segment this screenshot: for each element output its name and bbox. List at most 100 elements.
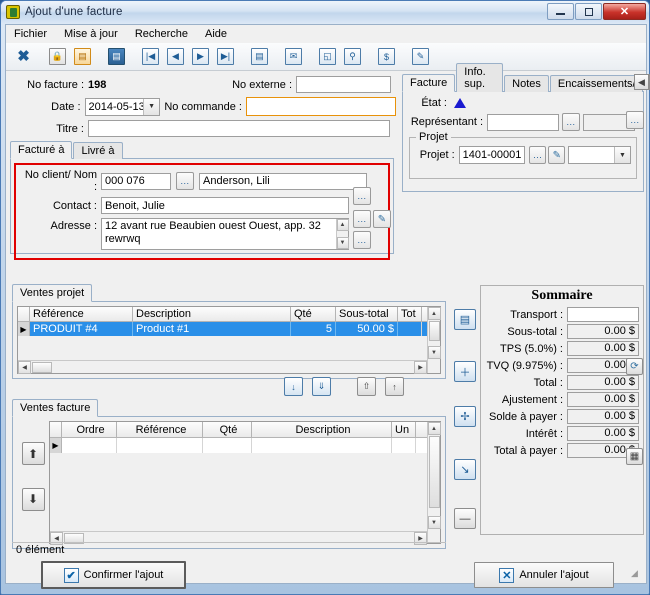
toolbar-close-button[interactable]: ✖ <box>12 45 35 68</box>
ventes-projet-hscroll[interactable]: ◀ ▶ <box>18 360 427 374</box>
table-icon[interactable]: ▦ <box>626 448 643 465</box>
cell-sous-total: 50.00 $ <box>336 322 398 336</box>
minimize-button[interactable] <box>547 3 574 20</box>
move-row-up-button[interactable]: ⬆ <box>21 442 45 466</box>
representant-input[interactable] <box>487 113 559 131</box>
no-commande-input[interactable] <box>245 97 396 116</box>
client-detail-button[interactable]: ... <box>353 187 371 205</box>
col-reference[interactable]: Référence <box>30 307 133 321</box>
projet-edit-button[interactable]: ✎ <box>548 146 566 164</box>
representant-extra-button[interactable]: ... <box>626 111 644 129</box>
col-description[interactable]: Description <box>133 307 291 321</box>
menu-item-fichier[interactable]: Fichier <box>14 28 47 40</box>
maximize-button[interactable] <box>575 3 602 20</box>
move-row-down-button[interactable]: ⬇ <box>21 487 45 511</box>
col-ordre[interactable]: Ordre <box>62 422 117 437</box>
add-multiple-button[interactable]: ✢ <box>454 406 476 427</box>
vscroll-down-icon[interactable]: ▼ <box>427 516 441 529</box>
no-client-input[interactable]: 000 076 <box>101 172 171 190</box>
move-down-all-button[interactable]: ⇓ <box>312 377 331 396</box>
resize-grip[interactable]: ◢ <box>631 568 643 580</box>
toolbar-attach-button[interactable]: ⚲ <box>341 45 364 68</box>
ventes-facture-vscroll[interactable]: ▲ ▼ <box>427 422 441 543</box>
tab-facture-a[interactable]: Facturé à <box>10 141 73 159</box>
special-action-button[interactable]: ↘ <box>454 459 476 480</box>
tab-livre-a[interactable]: Livré à <box>73 142 123 159</box>
tab-ventes-facture[interactable]: Ventes facture <box>12 399 99 417</box>
move-up-single-button[interactable]: ↑ <box>385 377 404 396</box>
adresse-scrollbar[interactable]: ▲ ▼ <box>336 219 349 249</box>
client-lookup-button[interactable]: ... <box>176 172 194 190</box>
tab-facture[interactable]: Facture <box>402 74 456 92</box>
toolbar-last-button[interactable]: ▶| <box>214 45 237 68</box>
col-sous-total[interactable]: Sous-total <box>336 307 398 321</box>
projet-label: Projet : <box>419 149 455 161</box>
refresh-icon[interactable]: ⟳ <box>626 358 643 375</box>
toolbar-prev-button[interactable]: ◀ <box>164 45 187 68</box>
ventes-projet-grid[interactable]: Référence Description Qté Sous-total Tot… <box>17 306 441 374</box>
right-tabstrip: Facture Info. sup. Notes Encaissements/R… <box>402 63 650 92</box>
toolbar-next-button[interactable]: ▶ <box>189 45 212 68</box>
projet-input[interactable]: 1401-00001 <box>458 146 526 164</box>
vscroll-down-icon[interactable]: ▼ <box>427 346 441 359</box>
close-button[interactable]: ✕ <box>603 3 646 20</box>
toolbar-save-button[interactable]: ▤ <box>105 45 128 68</box>
cancel-button[interactable]: ✕ Annuler l'ajout <box>474 562 614 588</box>
adresse-lookup-button[interactable]: ... <box>353 231 371 249</box>
confirm-button[interactable]: ✔ Confirmer l'ajout <box>41 561 186 589</box>
menu-item-aide[interactable]: Aide <box>205 28 227 40</box>
add-button[interactable]: ＋ <box>454 361 476 382</box>
representant-lookup-button[interactable]: ... <box>562 113 580 131</box>
col-tot[interactable]: Tot <box>398 307 422 321</box>
scroll-down-icon[interactable]: ▼ <box>336 237 349 249</box>
move-up-all-button[interactable]: ⇧ <box>357 377 376 396</box>
toolbar-report-button[interactable]: ▤ <box>248 45 271 68</box>
chevron-down-icon: ▼ <box>143 98 160 115</box>
projet-lookup-button[interactable]: ... <box>529 146 547 164</box>
transport-input[interactable] <box>567 307 639 322</box>
col-reference[interactable]: Référence <box>117 422 203 437</box>
menu-item-mise-a-jour[interactable]: Mise à jour <box>64 28 118 40</box>
scroll-up-icon[interactable]: ▲ <box>336 219 349 231</box>
vscroll-up-icon[interactable]: ▲ <box>427 307 441 320</box>
col-qte[interactable]: Qté <box>203 422 252 437</box>
toolbar-edit-note-button[interactable]: ✎ <box>409 45 432 68</box>
vscroll-thumb[interactable] <box>428 436 440 508</box>
titre-input[interactable] <box>88 120 390 137</box>
ventes-projet-vscroll[interactable]: ▲ ▼ <box>427 307 441 373</box>
adresse-input[interactable]: 12 avant rue Beaubien ouest Ouest, app. … <box>101 218 349 250</box>
client-name-input[interactable]: Anderson, Lili <box>199 172 367 190</box>
tab-info-sup[interactable]: Info. sup. <box>456 63 504 92</box>
toolbar-email-button[interactable]: ✉ <box>282 45 305 68</box>
toolbar-preview-button[interactable]: ◱ <box>316 45 339 68</box>
toolbar-save-orange-button[interactable]: ▤ <box>71 45 94 68</box>
hscroll-right-icon[interactable]: ▶ <box>414 360 427 374</box>
tab-scroll-left-button[interactable]: ◀ <box>634 74 649 90</box>
remove-button[interactable]: — <box>454 508 476 529</box>
projet-combo[interactable]: ▼ <box>568 146 631 164</box>
ventes-facture-grid[interactable]: Ordre Référence Qté Description Un ▶ ◀ ▶… <box>49 421 441 545</box>
col-un[interactable]: Un <box>392 422 416 437</box>
menu-item-recherche[interactable]: Recherche <box>135 28 188 40</box>
table-row[interactable]: ▶ PRODUIT #4 Product #1 5 50.00 $ <box>18 322 427 336</box>
contact-edit-button[interactable]: ✎ <box>373 210 391 228</box>
toolbar-first-button[interactable]: |◀ <box>139 45 162 68</box>
move-down-single-button[interactable]: ↓ <box>284 377 303 396</box>
tab-encaissements[interactable]: Encaissements/Rembo <box>549 75 643 92</box>
col-qte[interactable]: Qté <box>291 307 336 321</box>
tab-notes[interactable]: Notes <box>504 75 549 92</box>
col-description[interactable]: Description <box>252 422 392 437</box>
toolbar-lock-button[interactable]: 🔒 <box>46 45 69 68</box>
tab-ventes-projet[interactable]: Ventes projet <box>12 284 93 302</box>
toolbar-payment-button[interactable]: $ <box>375 45 398 68</box>
hscroll-thumb[interactable] <box>32 361 52 373</box>
vscroll-thumb[interactable] <box>428 321 440 341</box>
table-row[interactable]: ▶ <box>50 438 427 453</box>
insert-line-button[interactable]: ▤ <box>454 309 476 330</box>
contact-lookup-button[interactable]: ... <box>353 210 371 228</box>
no-externe-input[interactable] <box>296 76 391 93</box>
vscroll-up-icon[interactable]: ▲ <box>427 422 441 435</box>
date-combo[interactable]: 2014-05-13 ▼ <box>84 97 161 116</box>
contact-input[interactable]: Benoit, Julie <box>101 197 349 214</box>
hscroll-left-icon[interactable]: ◀ <box>18 360 31 374</box>
